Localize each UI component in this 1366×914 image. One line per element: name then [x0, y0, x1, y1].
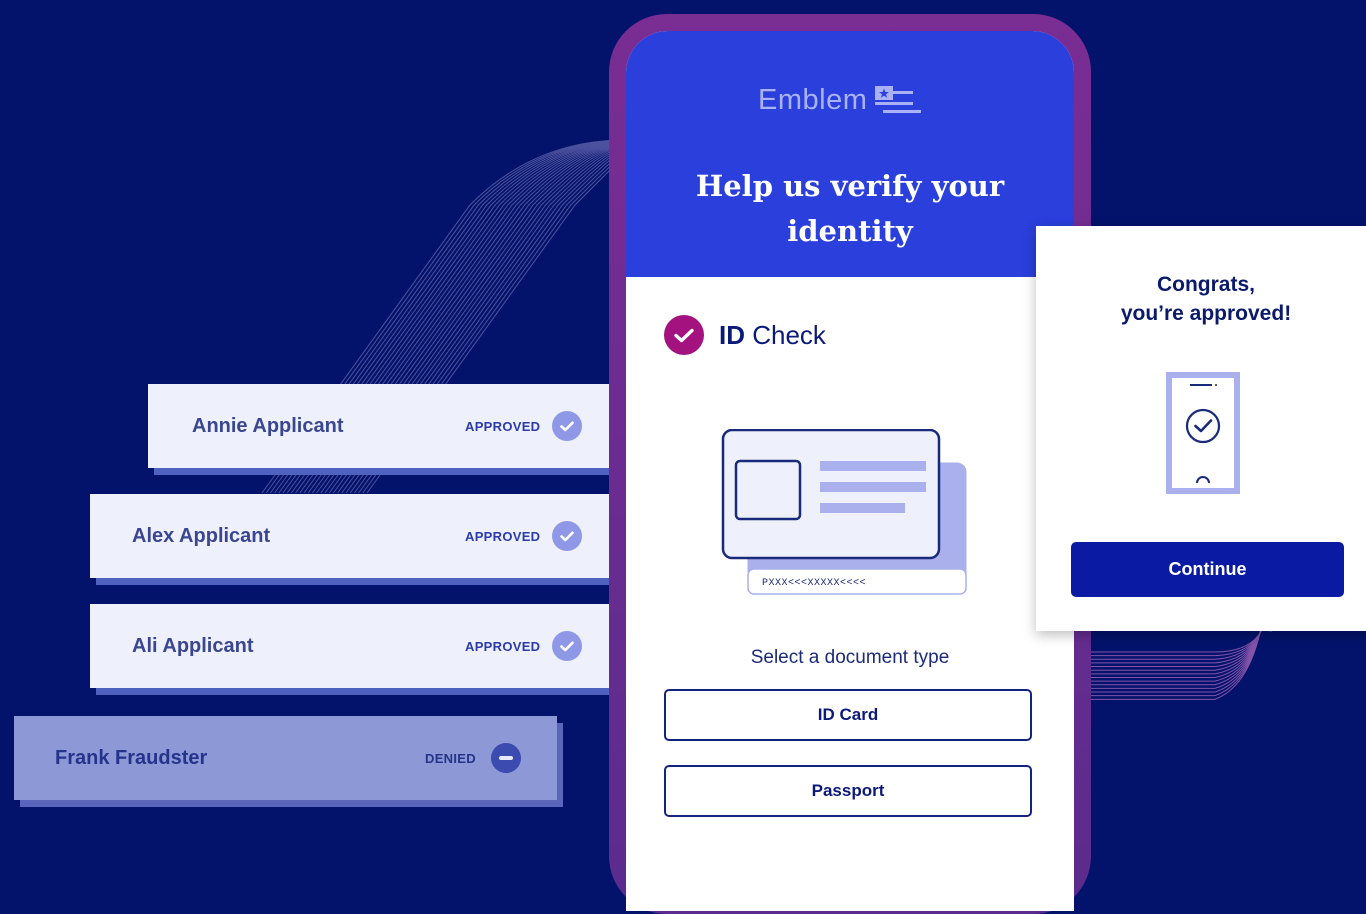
check-circle-icon	[664, 315, 704, 355]
id-card-button[interactable]: ID Card	[664, 689, 1032, 741]
continue-button[interactable]: Continue	[1071, 542, 1344, 597]
applicant-name: Ali Applicant	[132, 634, 254, 657]
phone-screen: Emblem Help us verify your identity ID C…	[626, 31, 1074, 911]
check-icon	[552, 411, 582, 441]
card-mrz: PXXX<<<XXXXX<<<<	[762, 578, 866, 589]
approval-card: Congrats, you’re approved! Continue	[1036, 226, 1366, 631]
status-label: APPROVED	[465, 528, 541, 544]
id-check-heading: ID Check	[664, 315, 826, 355]
applicant-row-alex[interactable]: Alex Applicant APPROVED	[90, 494, 618, 578]
applicant-name: Alex Applicant	[132, 524, 271, 547]
applicant-name: Frank Fraudster	[55, 746, 208, 769]
phone-header: Emblem Help us verify your identity	[626, 31, 1074, 277]
id-check-rest: Check	[745, 319, 826, 350]
decorative-line	[1075, 626, 1273, 671]
decorative-line	[1075, 629, 1273, 653]
check-icon	[552, 521, 582, 551]
phone-check-icon	[1166, 372, 1240, 494]
logo-text: Emblem	[758, 83, 868, 116]
approval-title-line1: Congrats,	[1156, 273, 1255, 296]
page-title-line1: Help us verify your	[695, 169, 1005, 203]
applicant-row-ali[interactable]: Ali Applicant APPROVED	[90, 604, 618, 688]
flag-star-icon	[875, 86, 922, 113]
passport-button[interactable]: Passport	[664, 765, 1032, 817]
select-document-label: Select a document type	[750, 647, 950, 668]
applicant-row-annie[interactable]: Annie Applicant APPROVED	[148, 384, 618, 468]
applicant-row-frank[interactable]: Frank Fraudster DENIED	[14, 716, 557, 800]
page-title: Help us verify your identity	[626, 164, 1074, 254]
status-label: DENIED	[425, 750, 476, 766]
approval-title-line2: you’re approved!	[1120, 302, 1292, 325]
minus-icon	[491, 743, 521, 773]
page-title-line2: identity	[787, 214, 913, 248]
decorative-line	[1075, 627, 1273, 664]
approval-title: Congrats, you’re approved!	[1036, 270, 1366, 328]
id-check-bold: ID	[719, 319, 745, 350]
check-icon	[552, 631, 582, 661]
decorative-line	[1075, 628, 1273, 660]
applicant-name: Annie Applicant	[192, 414, 344, 437]
status-label: APPROVED	[465, 418, 541, 434]
id-card-illustration: PXXX<<<XXXXX<<<<	[721, 429, 967, 595]
logo: Emblem	[758, 83, 922, 117]
status-label: APPROVED	[465, 638, 541, 654]
